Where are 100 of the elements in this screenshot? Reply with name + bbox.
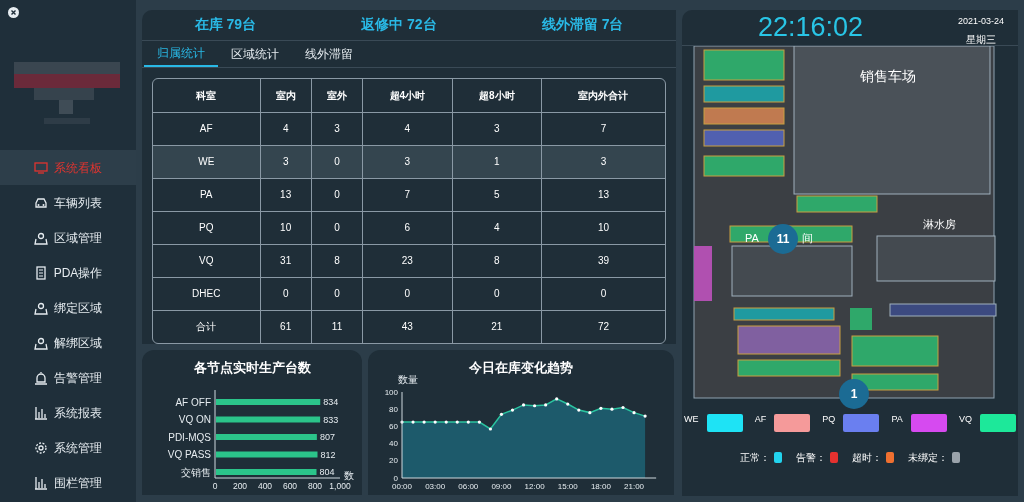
- data-label: 804: [319, 467, 335, 477]
- sidebar-item[interactable]: PDA操作: [0, 255, 136, 290]
- table-row[interactable]: 合计 61 11 43 21 72: [153, 310, 665, 343]
- data-point: [599, 406, 603, 410]
- data-label: 807: [319, 432, 335, 442]
- table-cell: 7: [362, 178, 453, 211]
- data-point: [444, 420, 448, 424]
- tab[interactable]: 线外滞留: [292, 40, 366, 67]
- axis-label: VQ PASS: [167, 449, 211, 460]
- tick-label: 0: [212, 481, 218, 491]
- tab[interactable]: 区域统计: [218, 40, 292, 67]
- bar-chart-icon: [34, 475, 48, 490]
- legend-label: 告警：: [796, 451, 826, 465]
- legend-label: PA: [891, 414, 903, 424]
- data-point: [621, 405, 625, 410]
- data-point: [577, 408, 581, 412]
- table-cell: DHEC: [153, 277, 260, 310]
- data-label: 833: [323, 414, 339, 425]
- tick-label: 600: [282, 481, 298, 491]
- tick-label: 100: [384, 387, 398, 397]
- table-cell: 61: [260, 310, 312, 343]
- sidebar-item[interactable]: 告警管理: [0, 360, 136, 395]
- sidebar-item[interactable]: 区域管理: [0, 220, 136, 255]
- tick-label: 12:00: [524, 482, 545, 491]
- tick-label: 60: [389, 421, 398, 431]
- table-cell: 13: [541, 178, 665, 211]
- data-point: [488, 427, 492, 431]
- axis-title: 数量: [398, 374, 418, 385]
- car-icon: [34, 195, 48, 210]
- table-row[interactable]: VQ 31 8 23 8 39: [153, 244, 665, 277]
- table-cell: 0: [311, 145, 363, 178]
- date-text: 2021-03-24: [957, 15, 1004, 28]
- table-cell: 0: [452, 277, 542, 310]
- tick-label: 21:00: [624, 482, 645, 491]
- legend-label: 正常：: [740, 451, 770, 465]
- table-cell: PQ: [153, 211, 260, 244]
- legend-label: PQ: [822, 414, 836, 424]
- sidebar-item[interactable]: 系统报表: [0, 395, 136, 430]
- data-point: [533, 404, 537, 408]
- sidebar-item[interactable]: 解绑区域: [0, 325, 136, 360]
- table-cell: 21: [452, 310, 542, 343]
- table-row[interactable]: PQ 10 0 6 4 10: [153, 211, 665, 244]
- table-cell: 72: [541, 310, 665, 343]
- sidebar-item[interactable]: 系统管理: [0, 430, 136, 465]
- table-cell: 3: [541, 145, 665, 178]
- table-row[interactable]: WE 3 0 3 1 3: [153, 145, 665, 178]
- tab[interactable]: 归属统计: [144, 40, 218, 67]
- data-point: [411, 420, 415, 424]
- legend-label: AF: [754, 414, 767, 424]
- data-label: 834: [323, 397, 339, 407]
- tick-label: 03:00: [425, 482, 446, 491]
- data-point: [632, 411, 636, 415]
- area-label: 销售车场: [860, 67, 916, 86]
- table-cell: 11: [311, 310, 363, 343]
- data-point: [544, 403, 548, 407]
- tick-label: 0: [393, 473, 398, 483]
- data-point: [466, 420, 470, 424]
- tick-label: 800: [307, 481, 323, 491]
- table-cell: WE: [153, 145, 260, 178]
- tick-label: 00:00: [392, 482, 412, 491]
- area-label: 间: [802, 231, 813, 246]
- logo-icon: [14, 62, 120, 124]
- data-point: [610, 407, 614, 411]
- area-label: PA: [745, 231, 759, 246]
- table-cell: 6: [362, 211, 453, 244]
- bar-chart-icon: [34, 405, 48, 420]
- sidebar-item[interactable]: 车辆列表: [0, 185, 136, 220]
- tick-label: 06:00: [458, 482, 479, 491]
- sidebar-item[interactable]: 绑定区域: [0, 290, 136, 325]
- data-point: [433, 420, 437, 424]
- table-cell: 0: [362, 277, 453, 310]
- sidebar-item[interactable]: 围栏管理: [0, 465, 136, 500]
- legend-label: 未绑定：: [908, 451, 948, 465]
- table-cell: 10: [260, 211, 312, 244]
- axis-label: VQ ON: [178, 414, 211, 425]
- table-cell: 43: [362, 310, 453, 343]
- column-header: 室外: [311, 79, 363, 112]
- column-header: 超4小时: [362, 79, 453, 112]
- table-cell: PA: [153, 178, 260, 211]
- table-cell: 8: [311, 244, 363, 277]
- document-icon: [33, 265, 48, 280]
- data-point: [455, 420, 459, 424]
- table-cell: 13: [260, 178, 312, 211]
- table-cell: VQ: [153, 244, 260, 277]
- table-cell: 合计: [153, 310, 260, 343]
- table-cell: 31: [260, 244, 312, 277]
- data-point: [643, 414, 647, 418]
- table-cell: 0: [260, 277, 312, 310]
- data-point: [510, 408, 515, 412]
- table-row[interactable]: PA 13 0 7 5 13: [153, 178, 665, 211]
- tick-label: 09:00: [491, 482, 512, 491]
- chart-title: 各节点实时生产台数: [192, 359, 312, 377]
- area-label: 淋水房: [923, 217, 956, 232]
- map-marker[interactable]: 1: [839, 379, 869, 409]
- summary-stat: 返修中 72台: [361, 15, 437, 35]
- tick-label: 18:00: [590, 482, 611, 491]
- tick-label: 200: [232, 481, 248, 491]
- close-icon[interactable]: [8, 7, 19, 18]
- table-row[interactable]: DHEC 0 0 0 0 0: [153, 277, 665, 310]
- table-cell: 0: [311, 277, 363, 310]
